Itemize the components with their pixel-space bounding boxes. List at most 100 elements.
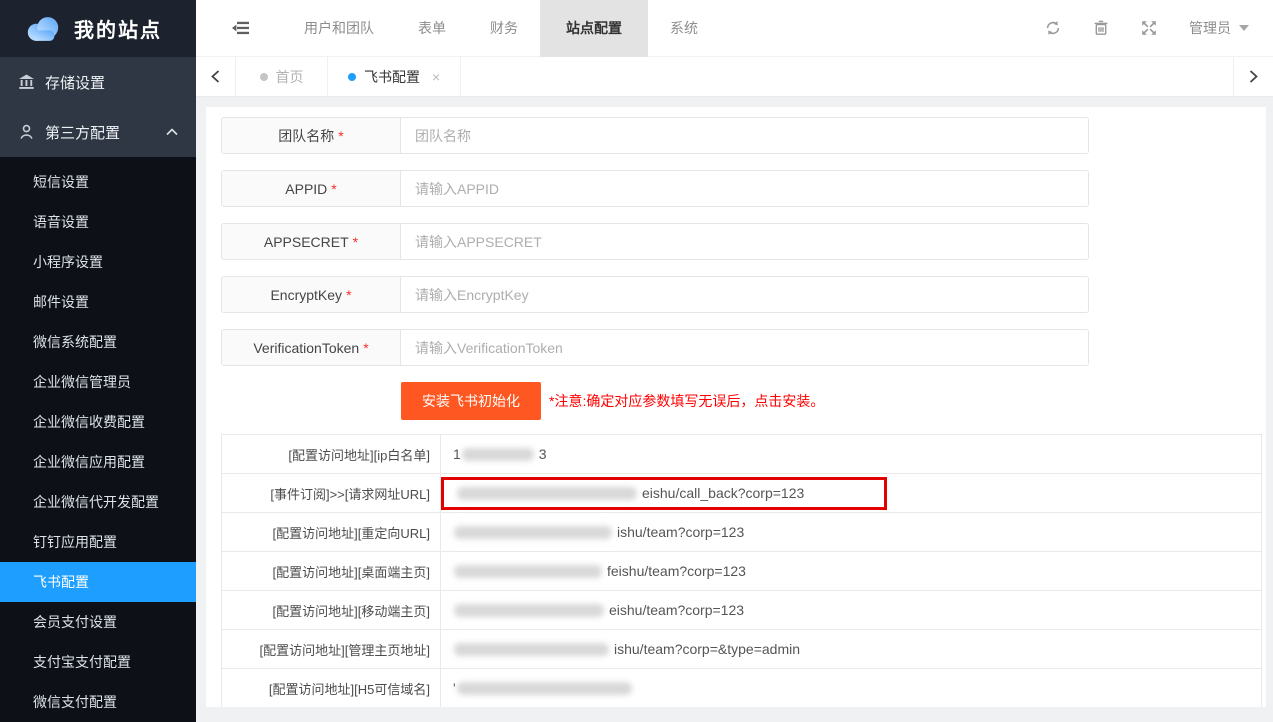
value-visible-text: feishu/team?corp=123 [607, 563, 746, 579]
sidebar-item-member-payment-settings[interactable]: 会员支付设置 [0, 602, 196, 642]
value-visible-text: ishu/team?corp=&type=admin [614, 641, 800, 657]
row-mobile-home: [配置访问地址][移动端主页] eishu/team?corp=123 [222, 591, 1261, 630]
config-value: feishu/team?corp=123 [441, 552, 1261, 590]
tab-home[interactable]: 首页 [236, 57, 328, 96]
config-value: 1 3 [441, 435, 1261, 473]
expand-icon[interactable] [1141, 20, 1157, 36]
caret-down-icon [1239, 25, 1249, 31]
refresh-icon[interactable] [1045, 20, 1061, 36]
label-text: APPID [285, 181, 327, 197]
config-key: [配置访问地址][桌面端主页] [222, 552, 441, 590]
row-ip-whitelist: [配置访问地址][ip白名单] 1 3 [222, 435, 1261, 474]
sidebar-item-alipay-config[interactable]: 支付宝支付配置 [0, 642, 196, 682]
field-label: VerificationToken * [222, 330, 401, 365]
redacted-value-blur [454, 604, 604, 617]
field-label: APPSECRET * [222, 224, 401, 259]
sidebar-parent-menu: 存储设置 第三方配置 [0, 57, 196, 157]
value-prefix: 1 [453, 446, 461, 462]
tab-feishu-config[interactable]: 飞书配置 × [328, 57, 461, 96]
config-address-table: [配置访问地址][ip白名单] 1 3 [事件订阅]>>[请求网址URL] ei… [221, 434, 1262, 707]
highlight-red-box: eishu/call_back?corp=123 [441, 477, 887, 510]
form-row-team-name: 团队名称 * [221, 117, 1089, 154]
sidebar-item-wechat-system-config[interactable]: 微信系统配置 [0, 322, 196, 362]
label-text: APPSECRET [264, 234, 349, 250]
user-menu[interactable]: 管理员 [1189, 18, 1249, 38]
sidebar-item-sms-settings[interactable]: 短信设置 [0, 162, 196, 202]
bank-icon [18, 74, 35, 90]
redacted-value-blur [457, 487, 637, 500]
main-area: 团队名称 * APPID * APPSECRET * [196, 97, 1273, 722]
verificationtoken-input[interactable] [401, 330, 1088, 365]
tab-label: 飞书配置 [364, 67, 420, 87]
sidebar-item-label: 存储设置 [45, 72, 105, 93]
redacted-value-blur [454, 643, 609, 656]
site-title: 我的站点 [74, 14, 162, 43]
config-key: [配置访问地址][ip白名单] [222, 435, 441, 473]
trash-icon[interactable] [1093, 20, 1109, 36]
value-visible-text: 3 [539, 446, 547, 462]
sidebar-item-wechat-pay-config[interactable]: 微信支付配置 [0, 682, 196, 722]
top-header: 用户和团队 表单 财务 站点配置 系统 [196, 0, 1273, 57]
config-value: ishu/team?corp=123 [441, 513, 1261, 551]
sidebar-item-feishu-config[interactable]: 飞书配置 [0, 562, 196, 602]
config-key: [配置访问地址][重定向URL] [222, 513, 441, 551]
field-label: EncryptKey * [222, 277, 401, 312]
encryptkey-input[interactable] [401, 277, 1088, 312]
chevron-up-icon [166, 128, 178, 136]
sidebar-item-wecom-billing-config[interactable]: 企业微信收费配置 [0, 402, 196, 442]
row-redirect-url: [配置访问地址][重定向URL] ishu/team?corp=123 [222, 513, 1261, 552]
nav-item-system[interactable]: 系统 [648, 0, 720, 57]
nav-item-finance[interactable]: 财务 [468, 0, 540, 57]
tab-label: 首页 [276, 67, 304, 87]
sidebar-item-third-party-config[interactable]: 第三方配置 [0, 107, 196, 157]
nav-item-forms[interactable]: 表单 [396, 0, 468, 57]
config-key: [配置访问地址][管理主页地址] [222, 630, 441, 668]
redacted-value-blur [454, 526, 612, 539]
row-desktop-home: [配置访问地址][桌面端主页] feishu/team?corp=123 [222, 552, 1261, 591]
logo: 我的站点 [0, 0, 196, 57]
tab-status-dot [348, 73, 356, 81]
install-warning-note: *注意:确定对应参数填写无误后，点击安装。 [549, 391, 824, 411]
install-feishu-button[interactable]: 安装飞书初始化 [401, 382, 541, 420]
menu-collapse-icon[interactable] [232, 21, 250, 35]
config-value: ' [441, 669, 1261, 707]
required-mark: * [331, 181, 336, 197]
user-icon [18, 124, 35, 140]
value-visible-text: eishu/call_back?corp=123 [642, 485, 804, 501]
sidebar-item-wecom-admin[interactable]: 企业微信管理员 [0, 362, 196, 402]
install-action-row: 安装飞书初始化 *注意:确定对应参数填写无误后，点击安装。 [401, 382, 1266, 420]
admin-app: 我的站点 存储设置 [0, 0, 1273, 722]
sidebar-item-storage-settings[interactable]: 存储设置 [0, 57, 196, 107]
team-name-input[interactable] [401, 118, 1088, 153]
close-icon[interactable]: × [432, 69, 440, 85]
label-text: VerificationToken [253, 340, 359, 356]
required-mark: * [346, 287, 351, 303]
tab-scroll-left-button[interactable] [196, 57, 236, 96]
sidebar-item-wecom-dev-config[interactable]: 企业微信代开发配置 [0, 482, 196, 522]
tab-scroll-right-button[interactable] [1233, 57, 1273, 96]
sidebar: 我的站点 存储设置 [0, 0, 196, 722]
config-key: [配置访问地址][H5可信域名] [222, 669, 441, 707]
tab-status-dot [260, 73, 268, 81]
sidebar-item-voice-settings[interactable]: 语音设置 [0, 202, 196, 242]
label-text: 团队名称 [278, 126, 334, 146]
feishu-config-panel: 团队名称 * APPID * APPSECRET * [206, 107, 1266, 707]
required-mark: * [338, 128, 343, 144]
form-row-appid: APPID * [221, 170, 1089, 207]
header-actions: 管理员 [1045, 18, 1249, 38]
config-value: eishu/team?corp=123 [441, 591, 1261, 629]
value-visible-text: ishu/team?corp=123 [617, 524, 744, 540]
appid-input[interactable] [401, 171, 1088, 206]
user-label: 管理员 [1189, 18, 1231, 38]
redacted-value-blur [454, 565, 602, 578]
sidebar-item-email-settings[interactable]: 邮件设置 [0, 282, 196, 322]
redacted-value-blur [462, 448, 534, 461]
value-prefix: ' [453, 680, 456, 696]
nav-item-users-teams[interactable]: 用户和团队 [282, 0, 396, 57]
sidebar-item-miniprogram-settings[interactable]: 小程序设置 [0, 242, 196, 282]
sidebar-item-dingtalk-app-config[interactable]: 钉钉应用配置 [0, 522, 196, 562]
value-visible-text: eishu/team?corp=123 [609, 602, 744, 618]
sidebar-item-wecom-app-config[interactable]: 企业微信应用配置 [0, 442, 196, 482]
nav-item-site-config[interactable]: 站点配置 [540, 0, 648, 57]
appsecret-input[interactable] [401, 224, 1088, 259]
